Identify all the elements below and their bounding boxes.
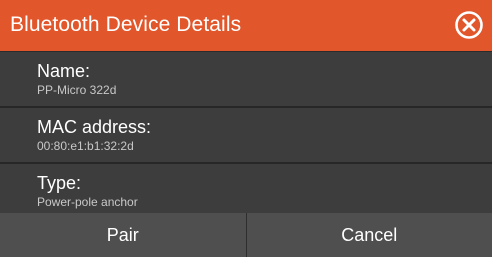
detail-label: Type: [37,173,82,193]
detail-value: 00:80:e1:b1:32:2d [37,139,134,153]
dialog-button-bar: Pair Cancel [0,213,492,257]
detail-row-type[interactable]: Type: Power-pole anchor [0,164,492,220]
detail-label: Name: [37,61,91,81]
dialog-title: Bluetooth Device Details [10,13,242,36]
close-button[interactable] [454,10,484,40]
cancel-button[interactable]: Cancel [245,213,492,257]
device-details-list: Name: PP-Micro 322d MAC address: 00:80:e… [0,52,492,220]
close-circle-icon [455,11,483,39]
dialog-titlebar: Bluetooth Device Details [0,0,492,51]
detail-label: MAC address: [37,117,152,137]
bluetooth-device-details-dialog: Bluetooth Device Details Name: PP-Micro … [0,0,492,257]
pair-button[interactable]: Pair [0,213,246,257]
detail-row-mac-address[interactable]: MAC address: 00:80:e1:b1:32:2d [0,108,492,164]
detail-row-name[interactable]: Name: PP-Micro 322d [0,52,492,108]
detail-value: Power-pole anchor [37,195,138,209]
detail-value: PP-Micro 322d [37,83,117,97]
